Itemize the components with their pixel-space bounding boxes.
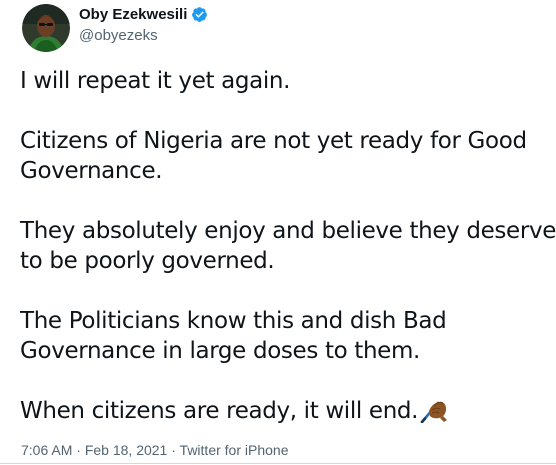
tweet-paragraph-text: When citizens are ready, it will end. bbox=[20, 398, 419, 424]
tweet-meta: 7:06 AM · Feb 18, 2021 · Twitter for iPh… bbox=[21, 442, 288, 458]
tweet-card: Oby Ezekwesili @obyezeks I will repeat i… bbox=[0, 0, 556, 465]
avatar-photo-icon bbox=[22, 4, 70, 52]
meta-separator: · bbox=[76, 442, 81, 458]
author-display-name[interactable]: Oby Ezekwesili bbox=[79, 6, 187, 23]
verified-badge-icon bbox=[192, 7, 208, 22]
tweet-paragraph: They absolutely enjoy and believe they d… bbox=[20, 218, 556, 274]
tweet-paragraph: Citizens of Nigeria are not yet ready fo… bbox=[20, 128, 527, 184]
tweet-paragraph: The Politicians know this and dish Bad G… bbox=[20, 308, 447, 364]
tweet-time-link[interactable]: 7:06 AM bbox=[21, 442, 72, 458]
divider bbox=[0, 463, 556, 464]
meta-separator: · bbox=[171, 442, 176, 458]
tweet-paragraph: I will repeat it yet again. bbox=[20, 68, 291, 94]
tweet-paragraph-last: When citizens are ready, it will end. bbox=[20, 396, 556, 426]
tweet-text: I will repeat it yet again. Citizens of … bbox=[20, 66, 556, 426]
tweet-date-link[interactable]: Feb 18, 2021 bbox=[85, 442, 168, 458]
author-name-row: Oby Ezekwesili bbox=[79, 6, 208, 23]
tweet-source-link[interactable]: Twitter for iPhone bbox=[180, 442, 289, 458]
avatar[interactable] bbox=[22, 4, 70, 52]
author-handle[interactable]: @obyezeks bbox=[79, 27, 158, 44]
writing-hand-emoji-icon bbox=[420, 401, 448, 423]
